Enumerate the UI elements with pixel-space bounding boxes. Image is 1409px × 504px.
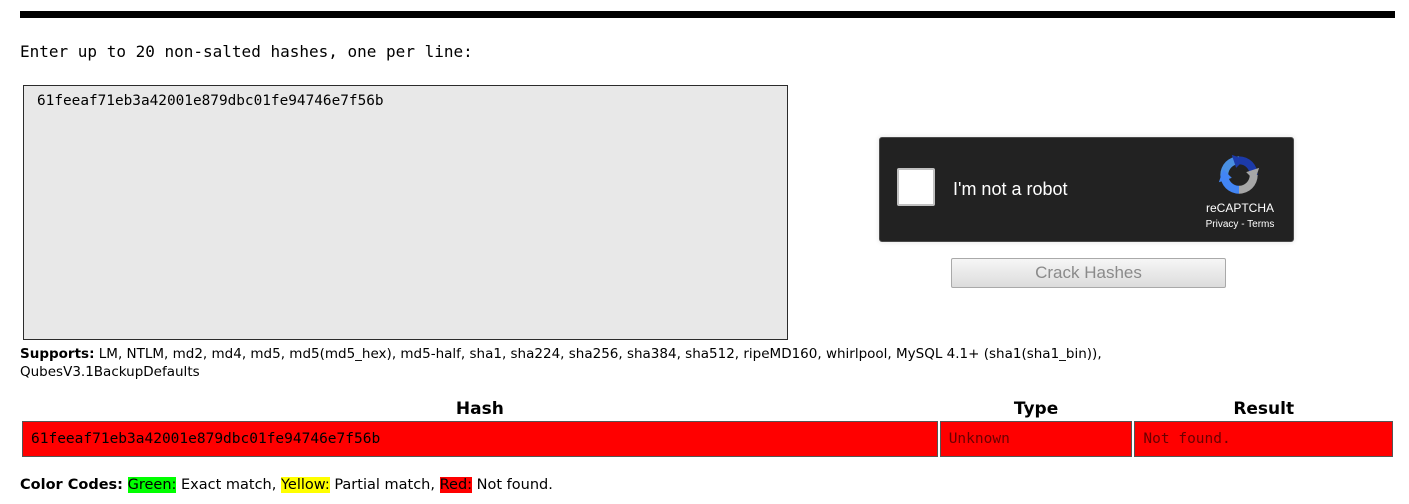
yellow-key: Yellow: <box>280 477 330 493</box>
type-cell: Unknown <box>939 421 1133 457</box>
hash-cell: 61feeaf71eb3a42001e879dbc01fe94746e7f56b <box>22 421 938 457</box>
links-separator: - <box>1238 219 1248 230</box>
red-key: Red: <box>439 477 473 493</box>
recaptcha-links: Privacy - Terms <box>1180 219 1300 231</box>
result-cell: Not found. <box>1134 421 1393 457</box>
hash-cracker-page: Enter up to 20 non-salted hashes, one pe… <box>0 0 1409 504</box>
privacy-link[interactable]: Privacy <box>1206 219 1239 230</box>
top-divider <box>20 11 1395 18</box>
recaptcha-brand: reCAPTCHA <box>1205 201 1274 215</box>
supported-algorithms: Supports: LM, NTLM, md2, md4, md5, md5(m… <box>20 345 1250 381</box>
table-row: 61feeaf71eb3a42001e879dbc01fe94746e7f56b… <box>22 421 1393 457</box>
results-header-row: Hash Type Result <box>22 398 1393 419</box>
recaptcha-label: I'm not a robot <box>953 179 1068 199</box>
result-column-header: Result <box>1233 398 1295 419</box>
color-codes-legend: Color Codes: Green: Exact match, Yellow:… <box>20 475 553 495</box>
type-column-header: Type <box>1013 398 1059 419</box>
hash-column-header: Hash <box>455 398 504 419</box>
yellow-desc: Partial match, <box>329 477 435 493</box>
color-codes-label: Color Codes: <box>20 477 123 493</box>
recaptcha-checkbox[interactable] <box>897 168 935 206</box>
terms-link[interactable]: Terms <box>1247 219 1274 230</box>
recaptcha-widget: I'm not a robot reCAPTCHA Privacy - Term… <box>879 137 1294 242</box>
supports-list: LM, NTLM, md2, md4, md5, md5(md5_hex), m… <box>20 346 1102 380</box>
input-prompt: Enter up to 20 non-salted hashes, one pe… <box>20 42 473 61</box>
green-key: Green: <box>127 477 177 493</box>
red-desc: Not found. <box>472 477 553 493</box>
crack-hashes-button[interactable]: Crack Hashes <box>951 258 1226 288</box>
recaptcha-logo-icon <box>1218 154 1260 194</box>
results-table: Hash Type Result 61feeaf71eb3a42001e879d… <box>20 396 1395 459</box>
supports-label: Supports: <box>20 346 95 362</box>
hash-input[interactable] <box>23 85 788 340</box>
green-desc: Exact match, <box>176 477 277 493</box>
